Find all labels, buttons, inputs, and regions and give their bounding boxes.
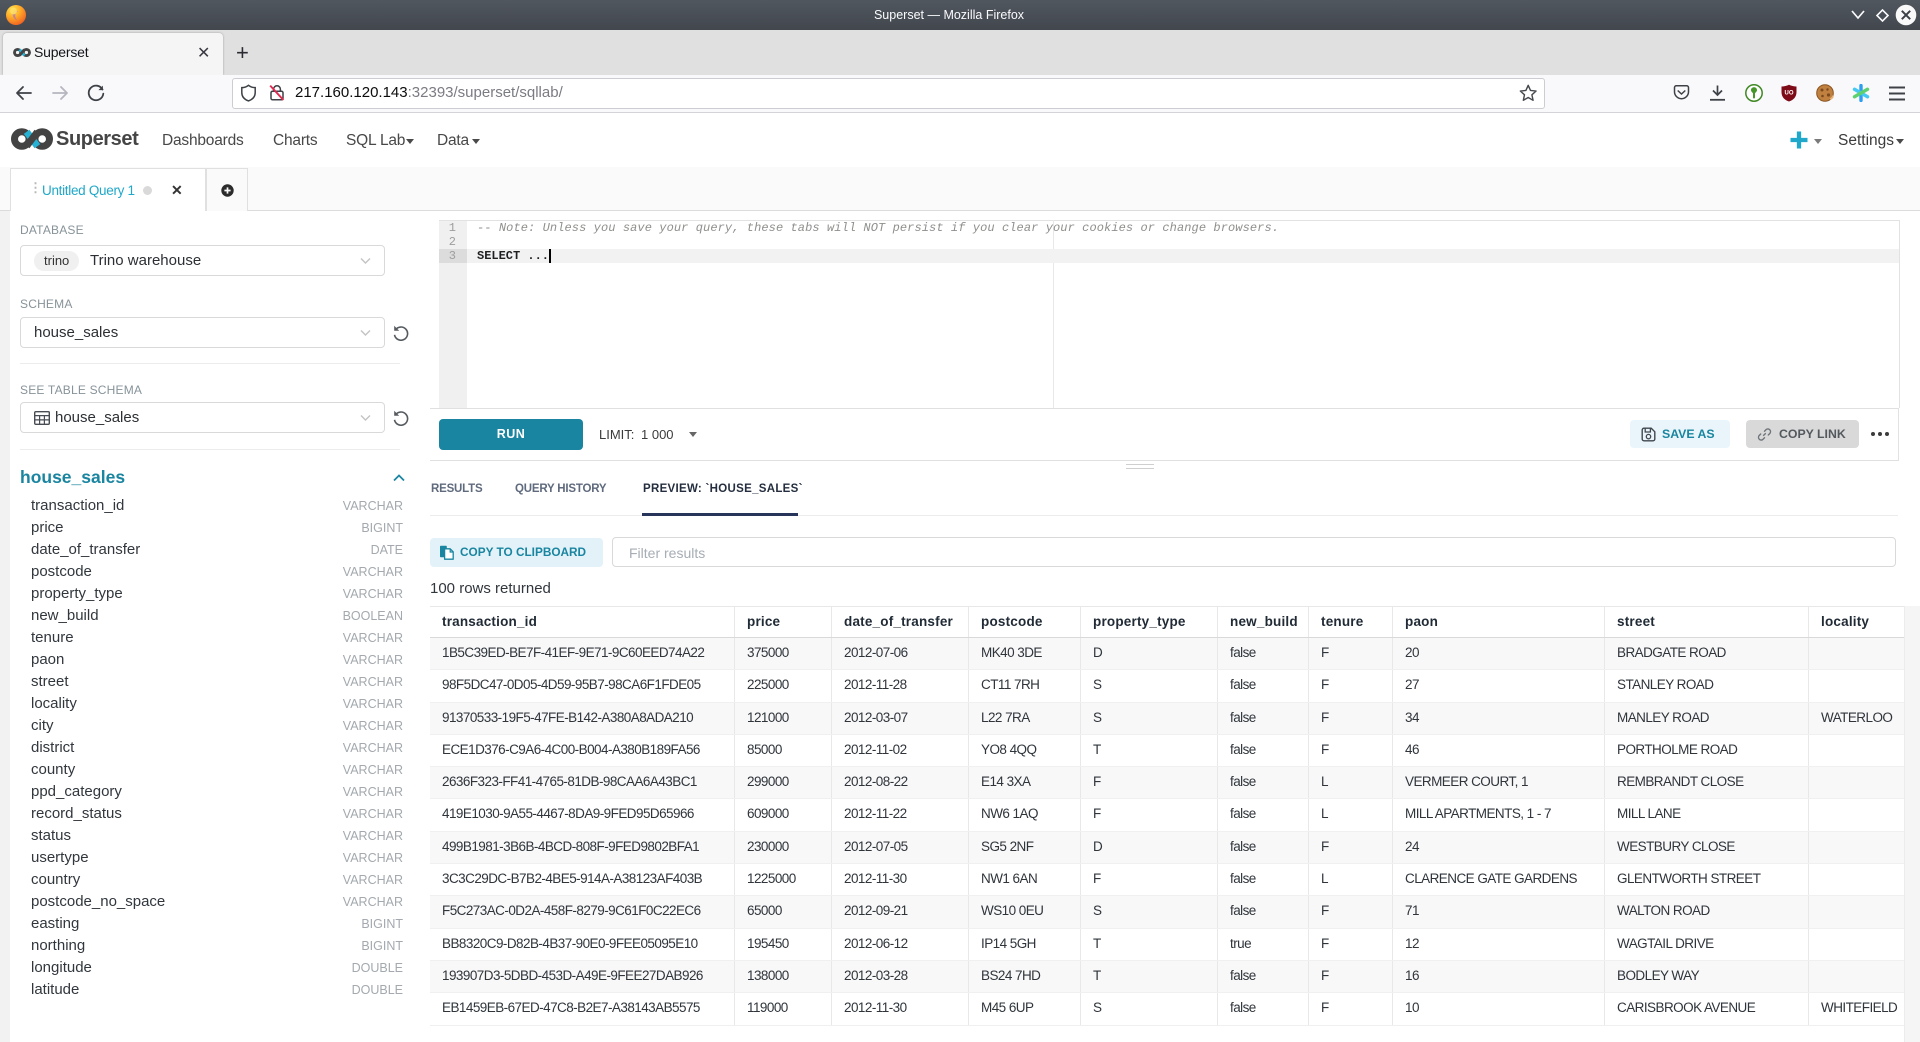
svg-text:UO: UO	[1785, 91, 1794, 97]
